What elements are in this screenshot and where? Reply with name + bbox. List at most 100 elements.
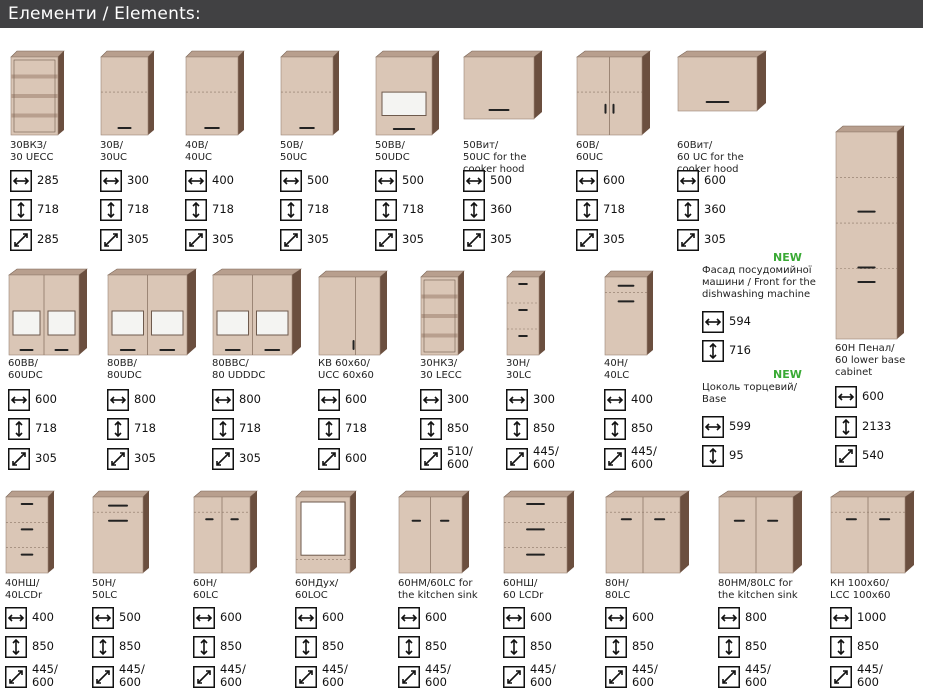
height-arrow-icon [718,636,740,658]
height-dimension: 718 [100,199,170,221]
cabinet-label: 30ВКЗ/ 30 UECC [10,140,54,163]
depth-dimension: 305 [185,229,255,251]
height-value: 360 [704,202,726,216]
height-arrow-icon [375,199,397,221]
height-dimension: 850 [506,418,576,440]
height-value: 718 [37,202,59,216]
width-dimension: 500 [463,170,533,192]
depth-arrow-icon [830,666,852,688]
height-dimension: 718 [318,418,388,440]
depth-value: 600 [345,451,367,465]
width-value: 300 [447,392,469,406]
cabinet-label: 50ВВ/ 50UDC [375,140,410,163]
depth-value: 305 [402,232,424,246]
height-value: 718 [212,202,234,216]
depth-dimension: 510/ 600 [420,445,490,471]
width-arrow-icon [830,607,852,629]
cabinet-label: 60Н/ 60LC [193,578,219,601]
height-arrow-icon [193,636,215,658]
depth-arrow-icon [280,229,302,251]
cabinet-drawing [506,270,546,360]
height-value: 850 [220,639,242,653]
cabinet-drawing [420,270,465,360]
width-arrow-icon [398,607,420,629]
page-header: Елементи / Elements: [0,0,923,28]
width-value: 500 [490,173,512,187]
height-value: 360 [490,202,512,216]
cabinet-drawing [463,50,543,124]
depth-arrow-icon [506,448,528,470]
cabinet-label: 60НМ/60LC for the kitchen sink [398,578,478,601]
height-dimension: 850 [92,636,162,658]
depth-value: 305 [127,232,149,246]
cabinet-drawing [605,490,690,578]
width-dimension: 600 [295,607,365,629]
width-dimension: 594 [702,311,772,333]
height-value: 718 [127,202,149,216]
depth-value: 445/ 600 [632,662,658,689]
width-arrow-icon [8,389,30,411]
width-dimension: 600 [318,389,388,411]
depth-arrow-icon [835,445,857,467]
width-arrow-icon [420,389,442,411]
cabinet-drawing [835,125,905,344]
height-arrow-icon [604,418,626,440]
depth-dimension: 540 [835,445,905,467]
width-value: 400 [32,610,54,624]
height-arrow-icon [185,199,207,221]
depth-value: 305 [134,451,156,465]
width-arrow-icon [185,170,207,192]
width-dimension: 400 [5,607,75,629]
width-arrow-icon [506,389,528,411]
height-dimension: 718 [576,199,646,221]
depth-arrow-icon [375,229,397,251]
height-value: 850 [632,639,654,653]
height-arrow-icon [677,199,699,221]
height-dimension: 716 [702,340,772,362]
height-arrow-icon [10,199,32,221]
width-dimension: 600 [8,389,78,411]
width-dimension: 600 [193,607,263,629]
depth-dimension: 445/ 600 [503,663,573,689]
height-arrow-icon [506,418,528,440]
width-value: 600 [603,173,625,187]
width-value: 800 [745,610,767,624]
height-dimension: 360 [677,199,747,221]
depth-value: 305 [704,232,726,246]
width-dimension: 500 [280,170,350,192]
depth-value: 305 [603,232,625,246]
cabinet-drawing [107,268,197,360]
height-value: 718 [345,421,367,435]
depth-dimension: 305 [212,448,282,470]
width-dimension: 800 [212,389,282,411]
height-arrow-icon [702,340,724,362]
height-value: 850 [857,639,879,653]
height-dimension: 718 [375,199,445,221]
height-dimension: 850 [830,636,900,658]
depth-arrow-icon [604,448,626,470]
height-arrow-icon [398,636,420,658]
cabinet-label: 80ВВС/ 80 UDDDC [212,358,266,381]
depth-value: 305 [307,232,329,246]
width-value: 600 [345,392,367,406]
height-arrow-icon [107,418,129,440]
cabinet-label: КН 100х60/ LCC 100х60 [830,578,891,601]
height-value: 850 [322,639,344,653]
width-arrow-icon [280,170,302,192]
height-value: 718 [239,421,261,435]
cabinet-label: 80Н/ 80LC [605,578,631,601]
height-value: 718 [307,202,329,216]
depth-value: 445/ 600 [745,662,771,689]
width-value: 599 [729,419,751,433]
width-value: 500 [119,610,141,624]
height-arrow-icon [212,418,234,440]
height-dimension: 850 [295,636,365,658]
depth-arrow-icon [420,448,442,470]
width-arrow-icon [10,170,32,192]
height-value: 718 [134,421,156,435]
width-arrow-icon [576,170,598,192]
depth-dimension: 285 [10,229,80,251]
depth-value: 445/ 600 [631,444,657,471]
depth-value: 445/ 600 [322,662,348,689]
cabinet-drawing [212,268,302,360]
